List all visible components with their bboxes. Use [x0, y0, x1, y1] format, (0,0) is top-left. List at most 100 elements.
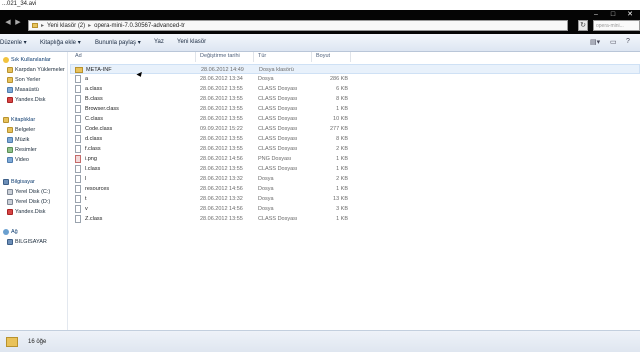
- file-row[interactable]: l.class 28.06.2012 13:55 CLASS Dosyası 1 KB: [70, 164, 640, 174]
- back-icon[interactable]: ◀: [4, 19, 12, 27]
- sidebar-item-music[interactable]: Müzik: [7, 136, 29, 144]
- sidebar-item-pictures[interactable]: Resimler: [7, 146, 37, 154]
- file-row[interactable]: t 28.06.2012 13:32 Dosya 13 KB: [70, 194, 640, 204]
- file-type: CLASS Dosyası: [258, 116, 298, 122]
- sidebar-item-disk-c[interactable]: Yerel Disk (C:): [7, 188, 50, 196]
- file-row[interactable]: d.class 28.06.2012 13:55 CLASS Dosyası 8 KB: [70, 134, 640, 144]
- file-size: 13 KB: [333, 196, 348, 202]
- file-row[interactable]: l 28.06.2012 13:32 Dosya 2 KB: [70, 174, 640, 184]
- file-name: t: [85, 196, 87, 202]
- file-date: 28.06.2012 13:55: [200, 86, 243, 92]
- file-row[interactable]: B.class 28.06.2012 13:55 CLASS Dosyası 8 KB: [70, 94, 640, 104]
- help-icon[interactable]: ?: [626, 38, 630, 45]
- sidebar-item-desktop[interactable]: Masaüstü: [7, 86, 39, 94]
- column-header-name[interactable]: Ad: [75, 53, 82, 59]
- file-date: 28.06.2012 13:32: [200, 196, 243, 202]
- file-date: 28.06.2012 14:56: [200, 206, 243, 212]
- column-divider[interactable]: [253, 52, 254, 62]
- file-size: 1 KB: [336, 216, 348, 222]
- file-icon: [75, 175, 81, 183]
- sidebar-item-yandex-disk[interactable]: Yandex.Disk: [7, 208, 45, 216]
- search-input[interactable]: opera-mini...: [593, 20, 640, 31]
- file-size: 1 KB: [336, 186, 348, 192]
- file-size: 2 KB: [336, 146, 348, 152]
- refresh-icon[interactable]: ↻: [578, 20, 588, 31]
- sidebar-item-recent[interactable]: Son Yerler: [7, 76, 40, 84]
- organize-button[interactable]: Düzenle ▾: [0, 39, 27, 46]
- file-icon: [75, 75, 81, 83]
- file-name: i.png: [85, 156, 97, 162]
- sidebar-favorites[interactable]: Sık Kullanılanlar: [3, 56, 51, 64]
- file-icon: [75, 115, 81, 123]
- folder-icon: [32, 23, 38, 28]
- window-title: ...021_34.avi: [2, 1, 37, 7]
- folder-icon: [6, 337, 18, 347]
- preview-pane-icon[interactable]: ▭: [610, 38, 617, 46]
- minimize-button[interactable]: –: [588, 10, 604, 19]
- file-row[interactable]: Z.class 28.06.2012 13:55 CLASS Dosyası 1 KB: [70, 214, 640, 224]
- file-name: Z.class: [85, 216, 103, 222]
- close-button[interactable]: ✕: [622, 10, 638, 19]
- address-bar[interactable]: ▸ Yeni klasör (2) ▸ opera-mini-7.0.30567…: [28, 20, 568, 31]
- file-name: v: [85, 206, 88, 212]
- file-row[interactable]: a.class 28.06.2012 13:55 CLASS Dosyası 6 KB: [70, 84, 640, 94]
- sidebar-item-yandex[interactable]: Yandex.Disk: [7, 96, 45, 104]
- share-button[interactable]: Bununla paylaş ▾: [95, 39, 141, 46]
- file-icon: [75, 95, 81, 103]
- burn-button[interactable]: Yaz: [154, 39, 164, 45]
- file-icon: [75, 145, 81, 153]
- sidebar-computer[interactable]: Bilgisayar: [3, 178, 35, 186]
- file-row[interactable]: a 28.06.2012 13:34 Dosya 286 KB: [70, 74, 640, 84]
- file-row[interactable]: resources 28.06.2012 14:56 Dosya 1 KB: [70, 184, 640, 194]
- file-row[interactable]: META-INF 28.06.2012 14:49 Dosya klasörü: [70, 64, 640, 74]
- file-type: Dosya: [258, 206, 274, 212]
- column-divider[interactable]: [311, 52, 312, 62]
- sidebar-item-network-pc[interactable]: BILGISAYAR: [7, 238, 47, 246]
- file-date: 28.06.2012 13:55: [200, 96, 243, 102]
- sidebar-network[interactable]: Ağ: [3, 228, 18, 236]
- sidebar-label: Karpdan Yüklemeler: [15, 67, 65, 73]
- column-divider[interactable]: [195, 52, 196, 62]
- file-row[interactable]: v 28.06.2012 14:56 Dosya 3 KB: [70, 204, 640, 214]
- sidebar-item-video[interactable]: Video: [7, 156, 29, 164]
- sidebar-item-downloads[interactable]: Karpdan Yüklemeler: [7, 66, 65, 74]
- file-name: B.class: [85, 96, 103, 102]
- file-size: 6 KB: [336, 86, 348, 92]
- column-divider[interactable]: [350, 52, 351, 62]
- pictures-icon: [7, 147, 13, 153]
- library-icon: [3, 117, 9, 123]
- sidebar-label: Belgeler: [15, 127, 36, 133]
- breadcrumb-current[interactable]: opera-mini-7.0.30567-advanced-tr: [94, 23, 185, 29]
- file-row[interactable]: C.class 28.06.2012 13:55 CLASS Dosyası 10 K…: [70, 114, 640, 124]
- file-date: 28.06.2012 13:55: [200, 116, 243, 122]
- forward-icon[interactable]: ▶: [14, 19, 22, 27]
- sidebar-label: Sık Kullanılanlar: [11, 57, 51, 63]
- file-size: 1 KB: [336, 166, 348, 172]
- file-size: 3 KB: [336, 206, 348, 212]
- file-list: Ad Değiştirme tarihi Tür Boyut META-INF 2…: [70, 52, 640, 330]
- new-folder-button[interactable]: Yeni klasör: [177, 39, 206, 45]
- file-date: 09.09.2012 15:22: [200, 126, 243, 132]
- sidebar-libraries[interactable]: Kitaplıklar: [3, 116, 35, 124]
- breadcrumb-parent[interactable]: Yeni klasör (2): [47, 23, 85, 29]
- file-name: l.class: [85, 166, 101, 172]
- include-library-button[interactable]: Kitaplığa ekle ▾: [40, 39, 81, 46]
- column-header-size[interactable]: Boyut: [316, 53, 330, 59]
- sidebar-item-disk-d[interactable]: Yerel Disk (D:): [7, 198, 50, 206]
- maximize-button[interactable]: □: [605, 10, 621, 19]
- file-type: CLASS Dosyası: [258, 96, 298, 102]
- file-date: 28.06.2012 13:55: [200, 106, 243, 112]
- video-icon: [7, 157, 13, 163]
- file-size: 8 KB: [336, 96, 348, 102]
- sidebar-label: Ağ: [11, 229, 18, 235]
- view-options-icon[interactable]: ▤▾: [590, 38, 600, 46]
- file-name: f.class: [85, 146, 101, 152]
- file-icon: [75, 195, 81, 203]
- file-row[interactable]: Browser.class 28.06.2012 13:55 CLASS Dosya…: [70, 104, 640, 114]
- column-header-date[interactable]: Değiştirme tarihi: [200, 53, 240, 59]
- sidebar-item-documents[interactable]: Belgeler: [7, 126, 35, 134]
- column-header-type[interactable]: Tür: [258, 53, 266, 59]
- file-row[interactable]: Code.class 09.09.2012 15:22 CLASS Dosyası 2…: [70, 124, 640, 134]
- file-row[interactable]: f.class 28.06.2012 13:55 CLASS Dosyası 2 KB: [70, 144, 640, 154]
- file-row[interactable]: i.png 28.06.2012 14:56 PNG Dosyası 1 KB: [70, 154, 640, 164]
